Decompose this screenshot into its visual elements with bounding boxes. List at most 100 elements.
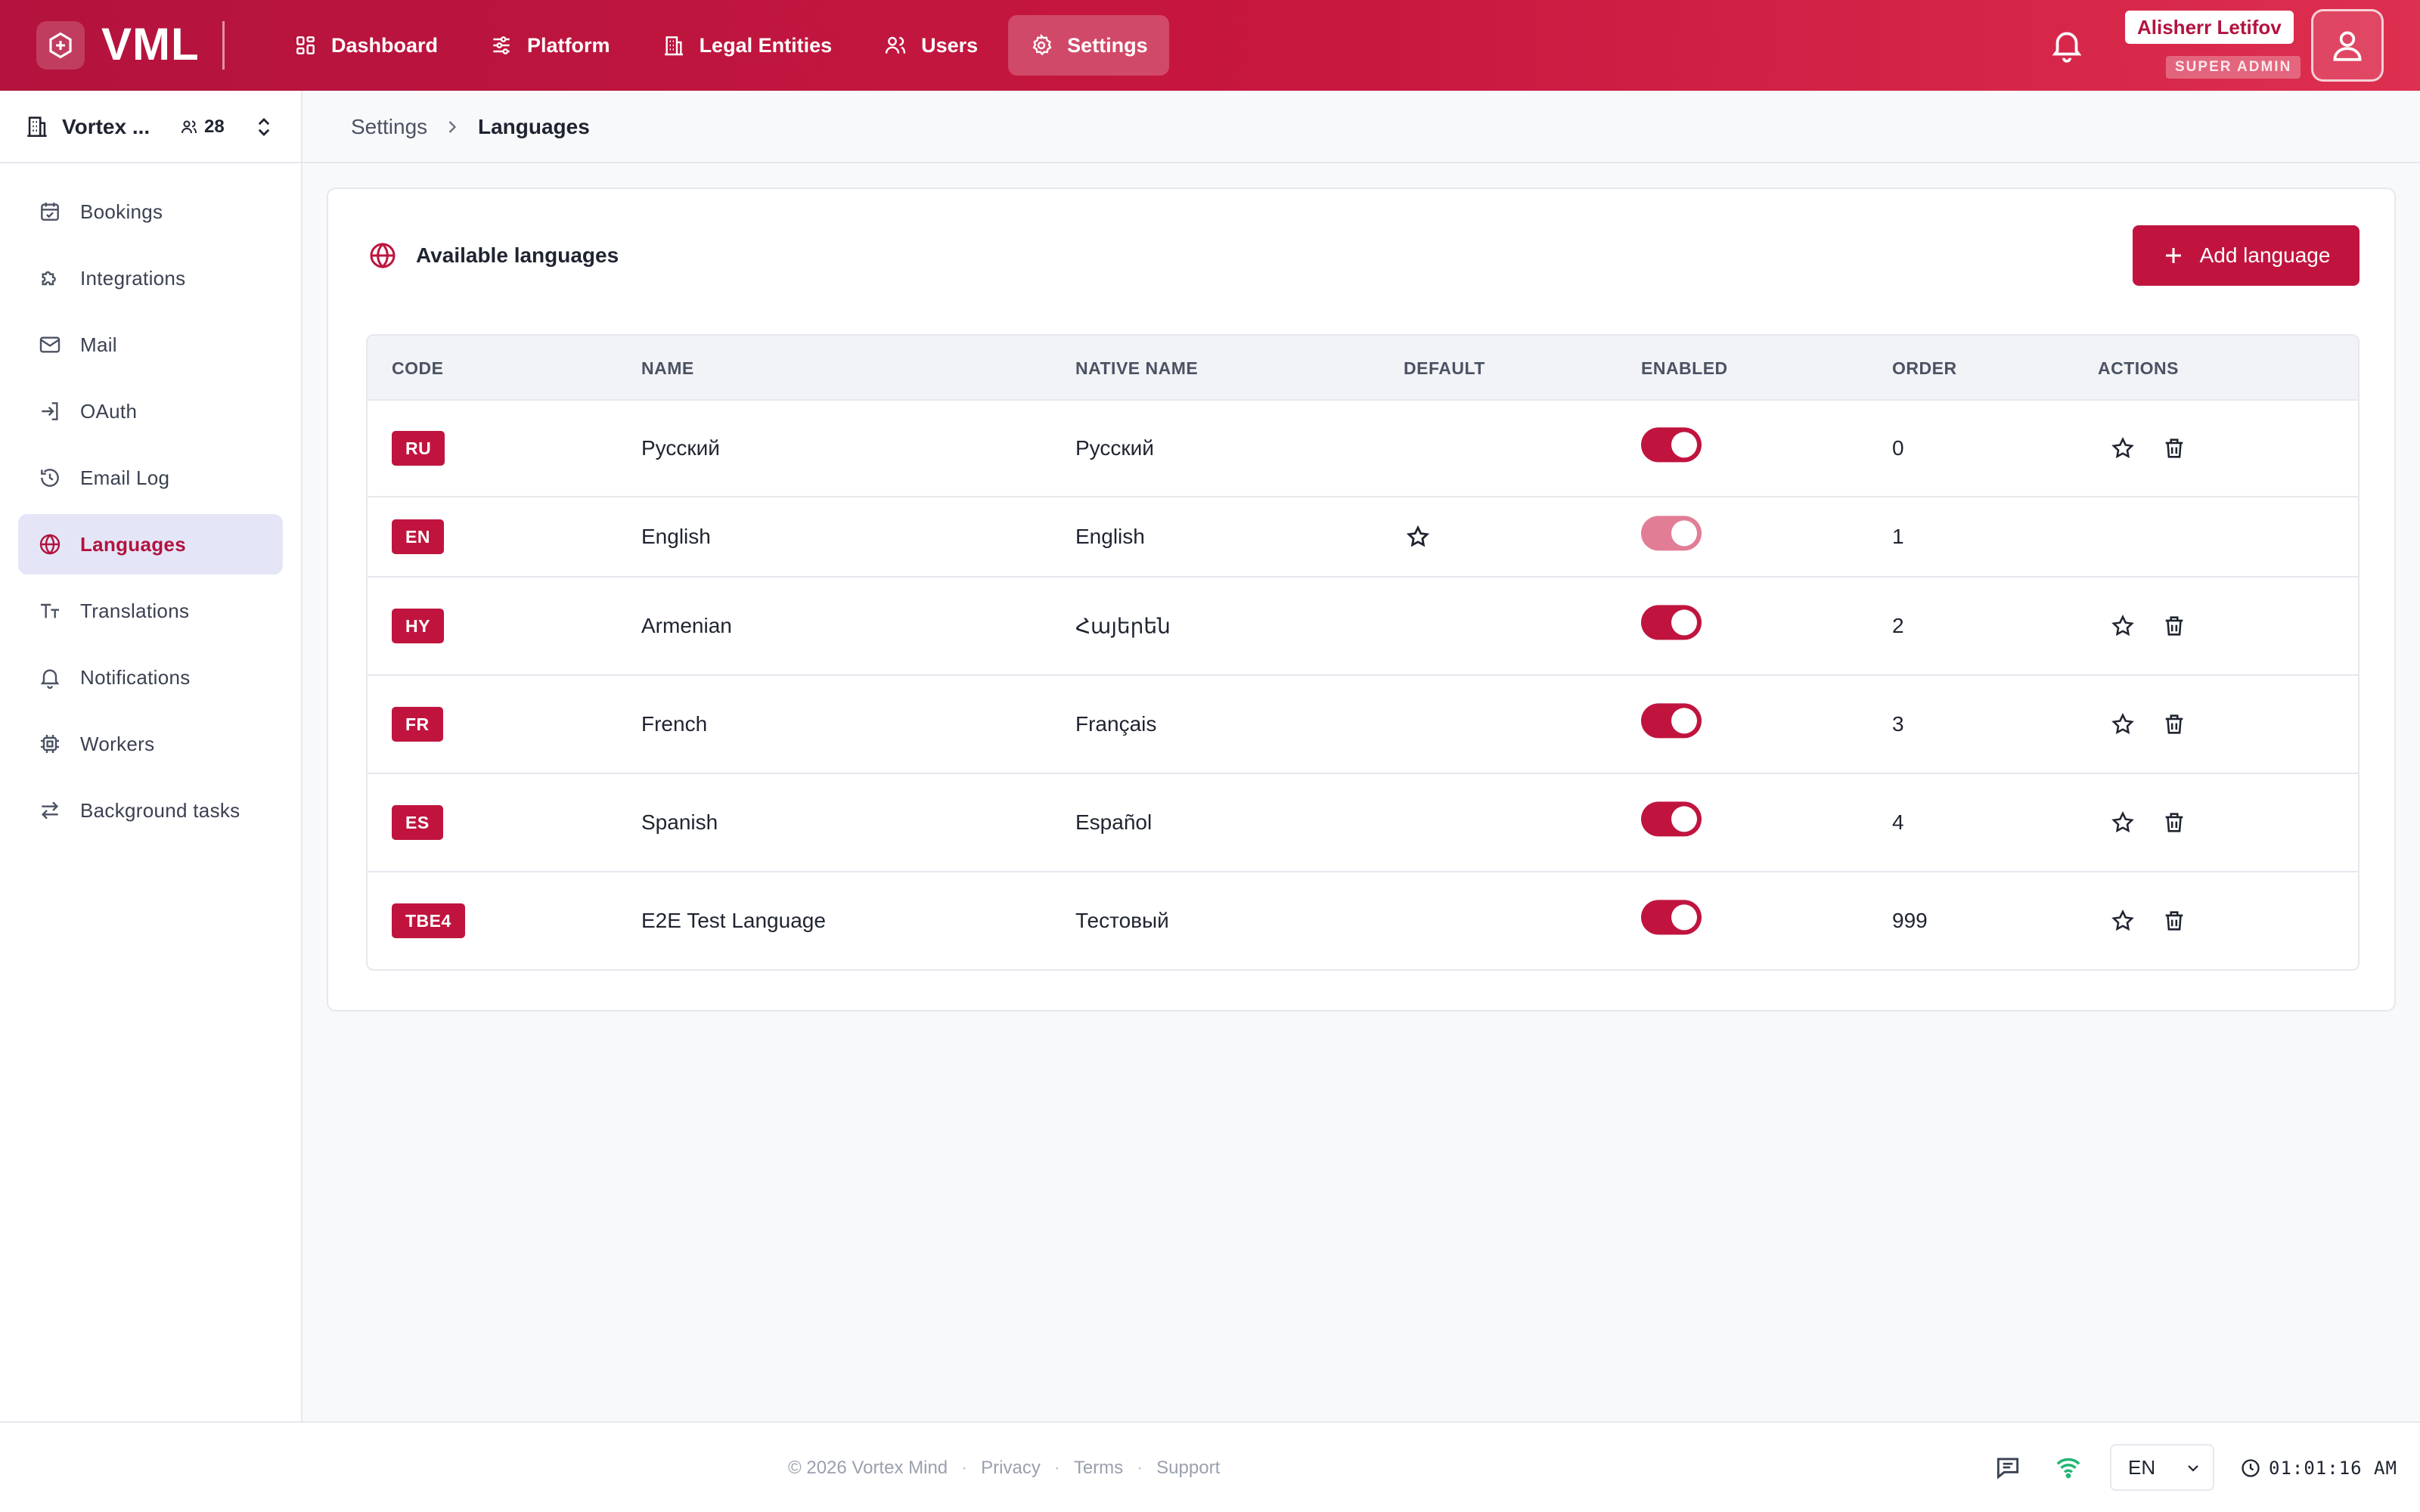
table-row: TBE4 E2E Test Language Тестовый 999: [368, 872, 2358, 969]
globe-icon: [370, 242, 396, 269]
language-native-name: Тестовый: [1075, 909, 1169, 932]
sidebar-item-notifications[interactable]: Notifications: [18, 647, 283, 708]
sidebar-item-background-tasks[interactable]: Background tasks: [18, 780, 283, 841]
language-code-badge: TBE4: [392, 903, 465, 938]
trash-icon[interactable]: [2161, 613, 2187, 639]
language-native-name: Հայերեն: [1075, 614, 1171, 638]
top-bar: VML Dashboard Platform Legal Entities Us…: [0, 0, 2420, 91]
main-nav: Dashboard Platform Legal Entities Users …: [272, 15, 1169, 76]
sidebar-item-translations[interactable]: Translations: [18, 581, 283, 641]
arrows-icon: [41, 801, 59, 820]
set-default-star-icon[interactable]: [2110, 613, 2136, 639]
login-icon: [42, 402, 58, 420]
language-select-value: EN: [2128, 1456, 2156, 1479]
wifi-icon: [2056, 1458, 2080, 1479]
set-default-star-icon[interactable]: [2110, 711, 2136, 737]
nav-legal-entities[interactable]: Legal Entities: [641, 15, 854, 76]
sidebar-item-mail[interactable]: Mail: [18, 314, 283, 375]
sidebar-item-label: Email Log: [80, 466, 170, 489]
col-default: DEFAULT: [1404, 358, 1485, 378]
set-default-star-icon[interactable]: [2110, 810, 2136, 835]
col-native-name: NATIVE NAME: [1075, 358, 1199, 378]
clock-icon: [2242, 1459, 2260, 1477]
plus-icon: [2165, 248, 2181, 263]
chevron-right-icon: [448, 121, 457, 133]
language-native-name: Français: [1075, 712, 1157, 736]
set-default-star-icon[interactable]: [2110, 435, 2136, 461]
enabled-toggle[interactable]: [1641, 516, 1702, 551]
footer-link-terms[interactable]: Terms: [1074, 1453, 1123, 1483]
table-row: EN English English 1: [368, 497, 2358, 578]
globe-icon: [39, 534, 60, 555]
sidebar: Vortex ... 28 Bookings Integrations Mail…: [0, 91, 302, 1421]
footer-link-support[interactable]: Support: [1156, 1453, 1220, 1483]
language-native-name: Русский: [1075, 436, 1154, 460]
calendar-icon: [41, 203, 59, 221]
trash-icon[interactable]: [2161, 711, 2187, 737]
copyright-text: © 2026 Vortex Mind: [788, 1458, 948, 1478]
default-star-icon: [1406, 525, 1430, 547]
trash-icon[interactable]: [2161, 810, 2187, 835]
enabled-toggle[interactable]: [1641, 801, 1702, 837]
nav-platform[interactable]: Platform: [468, 15, 631, 76]
user-name[interactable]: Alisherr Letifov: [2125, 11, 2294, 44]
trash-icon[interactable]: [2161, 908, 2187, 934]
col-name: NAME: [641, 358, 694, 378]
logo-icon[interactable]: [36, 21, 85, 70]
language-code-badge: ES: [392, 805, 443, 840]
add-language-button[interactable]: Add language: [2133, 225, 2360, 286]
avatar[interactable]: [2311, 9, 2384, 82]
footer: © 2026 Vortex Mind · Privacy · Terms · S…: [0, 1421, 2420, 1512]
sidebar-item-email-log[interactable]: Email Log: [18, 448, 283, 508]
table-row: HY Armenian Հայերեն 2: [368, 578, 2358, 676]
sidebar-nav: Bookings Integrations Mail OAuth Email L…: [18, 181, 283, 847]
sliders-icon: [493, 36, 510, 54]
chat-icon[interactable]: [1993, 1453, 2022, 1482]
bell-icon[interactable]: [2048, 26, 2086, 64]
col-code: CODE: [392, 358, 444, 378]
nav-dashboard[interactable]: Dashboard: [272, 15, 459, 76]
separator-dot: ·: [1053, 1458, 1060, 1478]
dashboard-icon: [296, 36, 315, 54]
nav-platform-label: Platform: [527, 33, 610, 57]
logo-text[interactable]: VML: [101, 18, 200, 71]
language-code-badge: HY: [392, 609, 444, 643]
nav-settings[interactable]: Settings: [1008, 15, 1169, 76]
breadcrumb-settings[interactable]: Settings: [351, 112, 427, 142]
table-header: CODE NAME NATIVE NAME DEFAULT ENABLED OR…: [368, 336, 2358, 401]
chevron-up-down-icon[interactable]: [253, 113, 275, 141]
language-name: Русский: [641, 436, 720, 460]
trash-icon[interactable]: [2161, 435, 2187, 461]
sidebar-item-languages[interactable]: Languages: [18, 514, 283, 575]
language-order: 3: [1892, 712, 1904, 736]
member-count: 28: [204, 116, 225, 137]
language-order: 999: [1892, 909, 1928, 932]
history-icon: [41, 469, 59, 487]
card-title-text: Available languages: [416, 243, 619, 267]
chevron-down-icon: [2188, 1465, 2198, 1472]
user-icon: [2333, 31, 2362, 61]
sidebar-item-oauth[interactable]: OAuth: [18, 381, 283, 442]
building-icon: [664, 36, 683, 56]
sidebar-item-label: OAuth: [80, 399, 138, 423]
enabled-toggle[interactable]: [1641, 605, 1702, 640]
sidebar-item-integrations[interactable]: Integrations: [18, 248, 283, 308]
language-select[interactable]: EN: [2110, 1444, 2214, 1491]
footer-link-privacy[interactable]: Privacy: [981, 1453, 1041, 1483]
sidebar-item-label: Mail: [80, 333, 117, 356]
language-code-badge: FR: [392, 707, 443, 742]
enabled-toggle[interactable]: [1641, 900, 1702, 935]
enabled-toggle[interactable]: [1641, 703, 1702, 739]
set-default-star-icon[interactable]: [2110, 908, 2136, 934]
language-native-name: Español: [1075, 810, 1153, 834]
sidebar-item-bookings[interactable]: Bookings: [18, 181, 283, 242]
add-language-label: Add language: [2199, 243, 2331, 267]
enabled-toggle[interactable]: [1641, 427, 1702, 463]
language-name: English: [641, 525, 711, 548]
users-icon: [182, 120, 197, 134]
workspace-switcher[interactable]: Vortex ... 28: [0, 91, 301, 163]
nav-users[interactable]: Users: [862, 15, 999, 76]
sidebar-item-workers[interactable]: Workers: [18, 714, 283, 774]
table-row: ES Spanish Español 4: [368, 774, 2358, 872]
breadcrumb: Settings Languages: [302, 91, 2420, 163]
